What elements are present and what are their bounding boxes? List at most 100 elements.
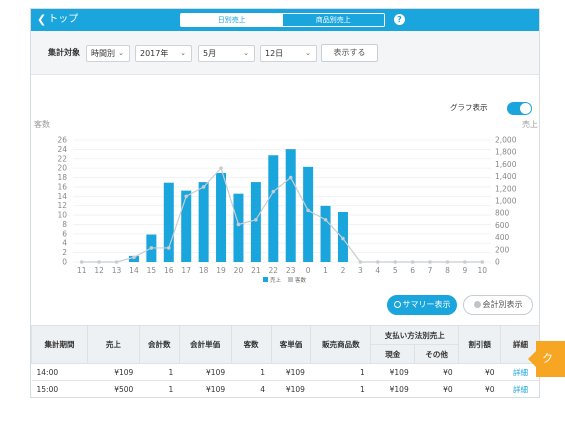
point-customers: [341, 236, 345, 241]
year-value: 2017年: [140, 49, 169, 58]
col-customer-price: 客単価: [270, 325, 312, 364]
radio-off-icon: [473, 300, 481, 308]
month-select[interactable]: 5月 ⌄: [198, 45, 255, 62]
back-button[interactable]: ❮ トップ: [37, 12, 78, 28]
cell-checkouts: 1: [139, 380, 180, 397]
cell-period: 14:00: [31, 363, 88, 381]
y-left-tick: 22: [57, 154, 67, 163]
x-tick: 17: [181, 266, 191, 275]
cell-sales: ¥109: [87, 363, 140, 381]
x-tick: 10: [478, 266, 488, 275]
x-tick: 13: [112, 266, 122, 275]
period-unit-select[interactable]: 時間別 ⌄: [86, 45, 130, 62]
cell-cash: ¥109: [370, 363, 415, 381]
cell-checkout-price: ¥109: [179, 380, 232, 397]
y-right-tick: 0: [495, 258, 500, 267]
bar-sales: [181, 190, 192, 262]
bar-sales: [216, 172, 227, 262]
filter-bar: 集計対象 時間別 ⌄ 2017年 ⌄ 5月 ⌄ 12日 ⌄ 表示する: [31, 31, 539, 75]
cell-other: ¥0: [414, 380, 459, 397]
x-tick: 16: [164, 266, 174, 275]
cell-sales: ¥500: [87, 380, 140, 397]
x-tick: 11: [77, 266, 87, 275]
col-checkout-price: 会計単価: [178, 325, 232, 364]
cell-period: 15:00: [31, 380, 88, 397]
x-tick: 2: [341, 266, 346, 275]
point-customers: [463, 260, 467, 264]
cell-checkout-price: ¥109: [179, 363, 232, 381]
legend-label-sales: 売上: [270, 276, 282, 284]
app-window: ❮ トップ 日別売上 商品別売上 ? 集計対象 時間別 ⌄ 2017年 ⌄ 5月 ⌄ …: [30, 8, 540, 398]
chevron-down-icon: ⌄: [305, 49, 311, 57]
x-tick: 4: [375, 266, 380, 275]
point-customers: [480, 260, 485, 264]
bar-sales: [320, 205, 331, 262]
y-left-tick: 8: [62, 220, 67, 229]
point-customers: [236, 222, 241, 227]
y-right-tick: 400: [495, 233, 510, 242]
day-select[interactable]: 12日 ⌄: [260, 45, 317, 62]
period-unit-value: 時間別: [91, 49, 115, 58]
point-customers: [288, 175, 293, 180]
x-tick: 20: [234, 266, 244, 275]
y-right-tick: 600: [495, 221, 510, 230]
col-sales: 売上: [86, 325, 140, 364]
x-tick: 6: [410, 266, 415, 275]
x-tick: 3: [358, 266, 363, 275]
y-left-tick: 6: [62, 229, 67, 238]
x-tick: 18: [199, 266, 209, 275]
tab-daily-sales[interactable]: 日別売上: [181, 14, 283, 26]
callout-badge: ク: [528, 341, 565, 377]
sales-chart: 客数 売上262422201816141210864202,0001,8001,6…: [34, 119, 538, 284]
col-other: その他: [414, 344, 460, 364]
table-row: 14:00 ¥109 1 ¥109 1 ¥109 1 ¥109 ¥0 ¥0 詳細: [31, 363, 539, 381]
year-select[interactable]: 2017年 ⌄: [135, 45, 192, 62]
col-customers: 客数: [230, 325, 272, 364]
y-left-tick: 20: [57, 164, 67, 173]
cell-cash: ¥109: [370, 380, 415, 397]
point-customers: [201, 185, 206, 189]
point-customers: [132, 255, 136, 260]
legend-swatch-sales: [263, 277, 268, 282]
legend-label-customers: 客数: [295, 276, 307, 284]
cell-customers: 4: [231, 380, 272, 397]
y-left-tick: 26: [57, 136, 67, 145]
point-customers: [219, 166, 223, 170]
cell-items-sold: 1: [310, 380, 371, 397]
x-tick: 15: [147, 266, 157, 275]
point-customers: [393, 260, 398, 264]
y-left-title: 客数: [34, 119, 50, 129]
point-customers: [410, 260, 415, 264]
cell-customer-price: ¥109: [271, 380, 311, 397]
y-right-title: 売上: [522, 119, 538, 129]
summary-view-button[interactable]: サマリー表示: [387, 295, 457, 315]
show-button[interactable]: 表示する: [321, 44, 378, 62]
x-tick: 21: [251, 266, 261, 275]
y-right-tick: 1,600: [495, 160, 517, 169]
y-right-tick: 1,400: [495, 172, 517, 181]
summary-view-label: サマリー表示: [402, 300, 451, 309]
tab-product-sales[interactable]: 商品別売上: [282, 14, 384, 26]
x-tick: 12: [94, 266, 104, 275]
y-right-tick: 1,200: [495, 184, 517, 193]
bar-sales: [250, 182, 261, 262]
y-right-tick: 1,000: [495, 197, 517, 206]
radio-on-icon: [393, 300, 401, 308]
y-left-tick: 18: [57, 173, 67, 182]
col-items-sold: 販売商品数: [310, 325, 372, 364]
help-icon[interactable]: ?: [394, 14, 405, 25]
point-customers: [358, 260, 363, 264]
x-tick: 7: [428, 266, 433, 275]
account-view-button[interactable]: 会計別表示: [463, 295, 533, 315]
bar-sales: [303, 166, 314, 262]
cell-customers: 1: [231, 363, 272, 381]
chevron-left-icon: ❮: [37, 13, 47, 26]
chevron-down-icon: ⌄: [243, 49, 249, 57]
point-customers: [445, 260, 450, 264]
details-link[interactable]: 詳細: [500, 380, 539, 397]
point-customers: [375, 260, 380, 264]
x-tick: 14: [129, 266, 139, 275]
cell-discount: ¥0: [458, 380, 501, 397]
table-row: 15:00 ¥500 1 ¥109 4 ¥109 1 ¥109 ¥0 ¥0 詳細: [31, 380, 539, 397]
x-tick: 8: [445, 266, 450, 275]
